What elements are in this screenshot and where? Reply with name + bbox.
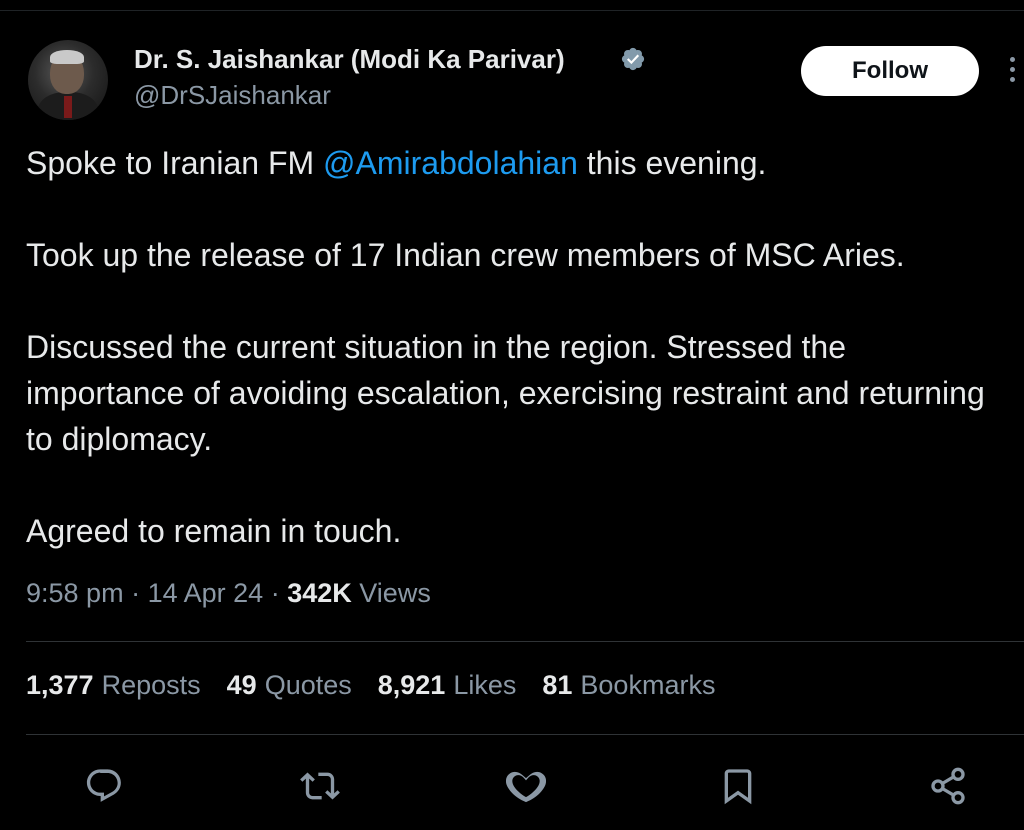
tweet-meta: 9:58 pm · 14 Apr 24 · 342K Views [26,578,431,609]
divider [26,734,1024,735]
like-icon [506,771,546,803]
tweet-line1-post: this evening. [577,145,767,181]
meta-separator: · [270,578,280,608]
reply-icon [86,769,121,802]
share-icon [931,767,965,805]
views-label: Views [359,578,431,608]
tweet-line-1: Spoke to Iranian FM @Amirabdolahian this… [26,140,996,186]
meta-separator: · [131,578,141,608]
like-button[interactable] [502,762,550,810]
reposts-label: Reposts [101,670,201,700]
bookmarks-label: Bookmarks [580,670,716,700]
share-button[interactable] [924,762,972,810]
likes-count: 8,921 [377,670,446,700]
top-divider [0,10,1024,11]
avatar[interactable] [28,40,108,120]
bookmarks-stat[interactable]: 81 Bookmarks [542,670,715,701]
bookmarks-count: 81 [542,670,573,700]
divider [26,641,1024,642]
mention-link[interactable]: @Amirabdolahian [323,145,578,181]
bookmark-button[interactable] [714,762,762,810]
tweet-paragraph-2: Took up the release of 17 Indian crew me… [26,237,905,273]
tweet-date[interactable]: 14 Apr 24 [148,578,264,608]
more-options-icon[interactable] [1006,54,1018,90]
views-count: 342K [287,578,352,608]
author-display-name[interactable]: Dr. S. Jaishankar (Modi Ka Parivar) [134,44,565,75]
action-bar [0,762,1024,812]
follow-button[interactable]: Follow [801,46,979,96]
tweet-text: Spoke to Iranian FM @Amirabdolahian this… [26,140,996,554]
author-handle[interactable]: @DrSJaishankar [134,80,331,111]
avatar-tie [64,96,72,118]
avatar-hair [50,50,84,64]
engagement-stats: 1,377 Reposts 49 Quotes 8,921 Likes 81 Bookm… [26,670,741,701]
reposts-stat[interactable]: 1,377 Reposts [26,670,201,701]
tweet-line1-pre: Spoke to Iranian FM [26,145,324,181]
repost-button[interactable] [296,762,344,810]
tweet-paragraph-4: Agreed to remain in touch. [26,513,402,549]
quotes-stat[interactable]: 49 Quotes [227,670,352,701]
reply-button[interactable] [80,762,128,810]
verified-badge-icon [621,47,645,71]
bookmark-icon [724,769,752,805]
likes-label: Likes [453,670,517,700]
tweet-time[interactable]: 9:58 pm [26,578,124,608]
quotes-label: Quotes [264,670,352,700]
reposts-count: 1,377 [26,670,94,700]
quotes-count: 49 [226,670,257,700]
tweet-paragraph-3: Discussed the current situation in the r… [26,329,985,457]
repost-icon [300,772,340,800]
likes-stat[interactable]: 8,921 Likes [378,670,517,701]
